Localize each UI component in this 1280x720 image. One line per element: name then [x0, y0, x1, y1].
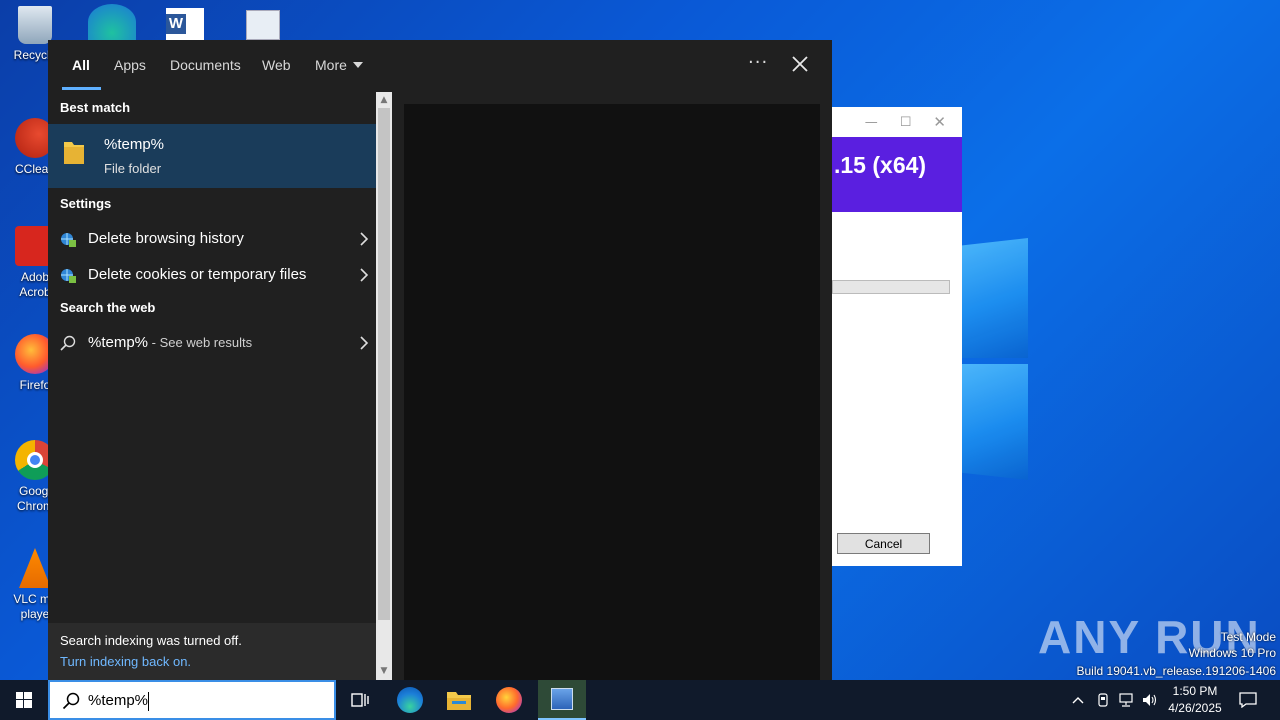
installer-banner: .15 (x64) [832, 137, 962, 212]
taskbar: %temp% 1:50 PM 4/26/2025 [0, 680, 1280, 720]
indexing-footer: Search indexing was turned off. Turn ind… [48, 623, 376, 680]
installer-titlebar: — ☐ ✕ [832, 107, 962, 137]
maximize-icon[interactable]: ☐ [900, 115, 912, 130]
windows-start-icon [16, 692, 32, 708]
web-search-query: %temp% [88, 334, 149, 351]
action-center-button[interactable] [1236, 680, 1260, 720]
scrollbar-thumb[interactable] [378, 108, 390, 620]
system-clock[interactable]: 1:50 PM 4/26/2025 [1162, 683, 1228, 717]
taskbar-edge[interactable] [386, 680, 434, 720]
search-icon [62, 692, 80, 710]
internet-options-icon [61, 269, 76, 283]
cancel-button[interactable]: Cancel [837, 533, 930, 554]
test-mode-text: Test Mode [1220, 630, 1276, 644]
build-text: Build 19041.vb_release.191206-1406 [1076, 664, 1277, 678]
scroll-up-icon[interactable]: ▲ [379, 95, 389, 105]
tray-device-icon[interactable] [1094, 680, 1112, 720]
settings-item-delete-cookies[interactable]: Delete cookies or temporary files [48, 258, 376, 292]
installer-progress-bar [832, 280, 950, 294]
tab-more-label: More [315, 57, 347, 73]
desktop-icon-label: Firefo [19, 378, 51, 392]
usb-device-icon [1098, 693, 1108, 707]
tab-all[interactable]: All [72, 57, 90, 73]
best-match-header: Best match [60, 100, 131, 115]
start-button[interactable] [0, 680, 48, 720]
search-web-header: Search the web [60, 300, 156, 315]
indexing-status-text: Search indexing was turned off. [60, 633, 242, 648]
best-match-title: %temp% [104, 136, 165, 153]
tab-documents[interactable]: Documents [170, 57, 241, 73]
taskbar-search-box[interactable]: %temp% [48, 680, 336, 720]
settings-item-label: Delete browsing history [88, 230, 244, 247]
windows-edition-text: Windows 10 Pro [1188, 646, 1276, 660]
installer-window: — ☐ ✕ .15 (x64) Cancel [832, 107, 962, 566]
preview-pane [404, 104, 820, 680]
settings-item-delete-browsing-history[interactable]: Delete browsing history [48, 222, 376, 256]
tab-web[interactable]: Web [262, 57, 291, 73]
clock-time: 1:50 PM [1172, 684, 1218, 698]
clock-date: 4/26/2025 [1168, 701, 1222, 715]
desktop-icon-label-2: Acrob [19, 285, 51, 299]
scroll-down-icon[interactable]: ▼ [379, 666, 389, 676]
volume-icon [1143, 694, 1157, 706]
desktop-icon-label-2: playe [20, 607, 50, 621]
tray-network[interactable] [1116, 680, 1136, 720]
taskbar-firefox[interactable] [485, 680, 533, 720]
search-panel: All Apps Documents Web More ··· Best mat… [48, 40, 832, 680]
network-icon [1119, 693, 1133, 707]
task-view-button[interactable] [336, 680, 384, 720]
taskbar-file-explorer[interactable] [435, 680, 483, 720]
web-search-item[interactable]: %temp% - See web results [48, 326, 376, 360]
edge-icon [397, 687, 423, 713]
tab-active-indicator [62, 87, 101, 90]
notification-icon [1239, 692, 1257, 708]
chevron-right-icon [360, 232, 369, 246]
firefox-icon [496, 687, 522, 713]
task-view-icon [351, 693, 369, 707]
settings-item-label: Delete cookies or temporary files [88, 266, 307, 283]
desktop-icon-label: Googl [18, 484, 52, 498]
web-search-suffix: - See web results [148, 335, 253, 350]
web-search-label: %temp% - See web results [88, 334, 252, 351]
tab-apps[interactable]: Apps [114, 57, 146, 73]
best-match-subtitle: File folder [104, 161, 162, 176]
turn-indexing-on-link[interactable]: Turn indexing back on. [60, 654, 191, 669]
recycle-bin-icon [18, 6, 52, 44]
chevron-right-icon [360, 268, 369, 282]
folder-icon [64, 142, 84, 164]
image-file-icon[interactable] [246, 10, 280, 40]
tray-volume[interactable] [1140, 680, 1160, 720]
more-options-icon[interactable]: ··· [748, 52, 768, 73]
desktop-icon-label: Adob [20, 270, 50, 284]
tab-more[interactable]: More [315, 57, 363, 73]
installer-icon [551, 688, 573, 710]
search-tabs: All Apps Documents Web More ··· [48, 40, 832, 92]
taskbar-search-input[interactable]: %temp% [88, 692, 148, 709]
show-hidden-icons[interactable] [1068, 680, 1088, 720]
chevron-up-icon [1072, 697, 1084, 704]
chevron-down-icon [352, 62, 363, 68]
file-explorer-icon [447, 692, 471, 710]
word-document-icon[interactable]: W [166, 8, 204, 40]
edge-desktop-icon[interactable] [88, 4, 136, 40]
search-icon [60, 335, 76, 351]
close-icon[interactable]: ✕ [933, 113, 946, 131]
text-cursor [148, 692, 149, 711]
results-scrollbar[interactable]: ▲ ▼ [376, 92, 392, 680]
best-match-item[interactable]: %temp% File folder [48, 124, 376, 188]
settings-header: Settings [60, 196, 112, 211]
close-icon[interactable] [790, 54, 810, 74]
taskbar-installer-app[interactable] [538, 680, 586, 720]
chevron-right-icon [360, 336, 369, 350]
minimize-icon[interactable]: — [865, 115, 878, 130]
results-list: Best match %temp% File folder Settings D… [48, 92, 376, 680]
internet-options-icon [61, 233, 76, 247]
